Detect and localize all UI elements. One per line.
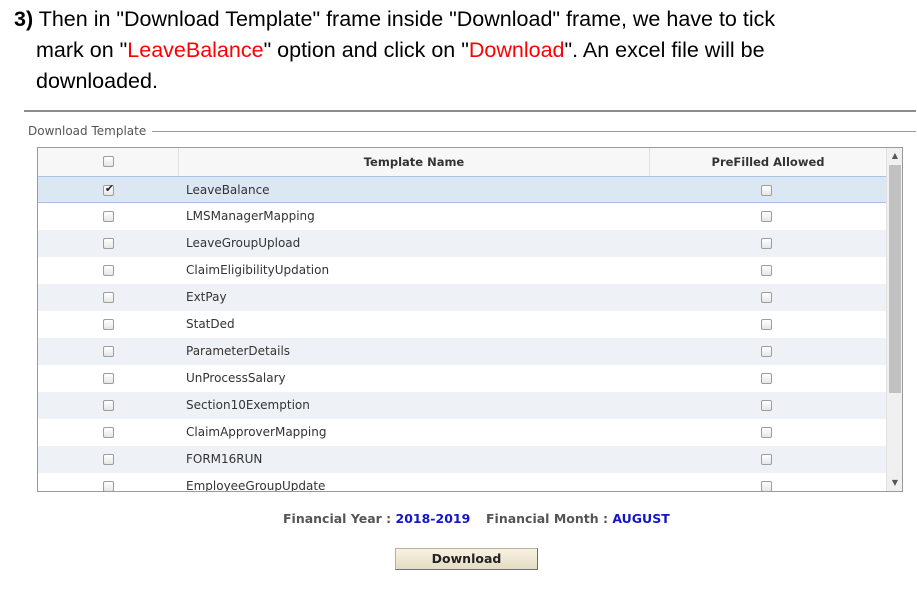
row-select-checkbox[interactable]: [103, 211, 114, 222]
prefilled-checkbox[interactable]: [761, 185, 772, 196]
template-grid: Template Name PreFilled Allowed ✔ LeaveBa…: [37, 147, 903, 492]
prefilled-checkbox[interactable]: [761, 265, 772, 276]
row-select-checkbox[interactable]: [103, 238, 114, 249]
prefilled-checkbox[interactable]: [761, 373, 772, 384]
template-name: FORM16RUN: [186, 452, 263, 466]
financial-month-value: AUGUST: [612, 511, 670, 526]
divider: [24, 110, 916, 112]
frame-border: [148, 131, 916, 132]
table-row[interactable]: FORM16RUN: [38, 446, 886, 473]
table-row[interactable]: ParameterDetails: [38, 338, 886, 365]
row-select-checkbox[interactable]: [103, 454, 114, 465]
grid-header: Template Name PreFilled Allowed: [38, 148, 886, 177]
template-name: LMSManagerMapping: [186, 209, 315, 223]
row-select-checkbox[interactable]: [103, 481, 114, 491]
financial-year-label: Financial Year :: [283, 511, 392, 526]
scroll-thumb[interactable]: [889, 165, 901, 393]
template-name: ClaimEligibilityUpdation: [186, 263, 330, 277]
header-select-cell: [38, 148, 179, 176]
template-name: ExtPay: [186, 290, 227, 304]
row-select-checkbox[interactable]: [103, 346, 114, 357]
table-row[interactable]: StatDed: [38, 311, 886, 338]
highlight-leavebalance: LeaveBalance: [127, 38, 264, 62]
instruction-line-2-b: " option and click on ": [263, 38, 469, 62]
table-row[interactable]: Section10Exemption: [38, 392, 886, 419]
instruction-line-1-text: Then in "Download Template" frame inside…: [33, 7, 776, 31]
template-name: EmployeeGroupUpdate: [186, 479, 326, 492]
template-name: UnProcessSalary: [186, 371, 286, 385]
instruction-line-3: downloaded.: [36, 69, 158, 93]
prefilled-checkbox[interactable]: [761, 319, 772, 330]
row-select-checkbox[interactable]: ✔: [103, 182, 115, 196]
template-name: Section10Exemption: [186, 398, 310, 412]
financial-year-value: 2018-2019: [395, 511, 471, 526]
prefilled-checkbox[interactable]: [761, 481, 772, 491]
prefilled-checkbox[interactable]: [761, 454, 772, 465]
prefilled-checkbox[interactable]: [761, 292, 772, 303]
table-row[interactable]: ClaimEligibilityUpdation: [38, 257, 886, 284]
table-row[interactable]: UnProcessSalary: [38, 365, 886, 392]
template-name: LeaveBalance: [186, 183, 270, 197]
template-name: LeaveGroupUpload: [186, 236, 301, 250]
select-all-checkbox[interactable]: [103, 156, 114, 167]
row-select-checkbox[interactable]: [103, 373, 114, 384]
highlight-download: Download: [468, 38, 565, 62]
vertical-scrollbar[interactable]: ▲ ▼: [886, 148, 902, 491]
header-template-name[interactable]: Template Name: [179, 148, 650, 176]
prefilled-checkbox[interactable]: [761, 400, 772, 411]
checkmark-icon: ✔: [104, 182, 115, 195]
row-select-checkbox[interactable]: [103, 292, 114, 303]
instruction-line-2-a: mark on ": [36, 38, 128, 62]
prefilled-checkbox[interactable]: [761, 427, 772, 438]
frame-legend: Download Template: [28, 124, 153, 138]
financial-year: Financial Year : 2018-2019: [283, 511, 470, 526]
instruction-line-1: 3) Then in "Download Template" frame ins…: [14, 4, 904, 35]
instruction-line-2: mark on "LeaveBalance" option and click …: [14, 35, 904, 66]
download-button[interactable]: Download: [395, 548, 538, 570]
row-select-checkbox[interactable]: [103, 265, 114, 276]
header-prefilled-allowed[interactable]: PreFilled Allowed: [650, 148, 886, 176]
instruction-line-2-c: ". An excel file will be: [564, 38, 765, 62]
table-row[interactable]: ✔ LeaveBalance: [38, 176, 886, 203]
template-name: StatDed: [186, 317, 235, 331]
row-select-checkbox[interactable]: [103, 400, 114, 411]
table-row[interactable]: LMSManagerMapping: [38, 203, 886, 230]
prefilled-checkbox[interactable]: [761, 346, 772, 357]
scroll-down-icon[interactable]: ▼: [887, 475, 902, 491]
template-name: ClaimApproverMapping: [186, 425, 327, 439]
row-select-checkbox[interactable]: [103, 427, 114, 438]
table-row[interactable]: EmployeeGroupUpdate: [38, 473, 886, 492]
instruction-text: 3) Then in "Download Template" frame ins…: [14, 4, 904, 97]
table-row[interactable]: ExtPay: [38, 284, 886, 311]
prefilled-checkbox[interactable]: [761, 211, 772, 222]
row-select-checkbox[interactable]: [103, 319, 114, 330]
financial-month-label: Financial Month :: [486, 511, 608, 526]
table-row[interactable]: ClaimApproverMapping: [38, 419, 886, 446]
step-number: 3): [14, 7, 34, 31]
table-row[interactable]: LeaveGroupUpload: [38, 230, 886, 257]
scroll-up-icon[interactable]: ▲: [887, 148, 902, 164]
prefilled-checkbox[interactable]: [761, 238, 772, 249]
financial-month: Financial Month : AUGUST: [486, 511, 670, 526]
template-name: ParameterDetails: [186, 344, 291, 358]
grid-rows: ✔ LeaveBalance LMSManagerMapping LeaveGroup…: [38, 176, 886, 492]
